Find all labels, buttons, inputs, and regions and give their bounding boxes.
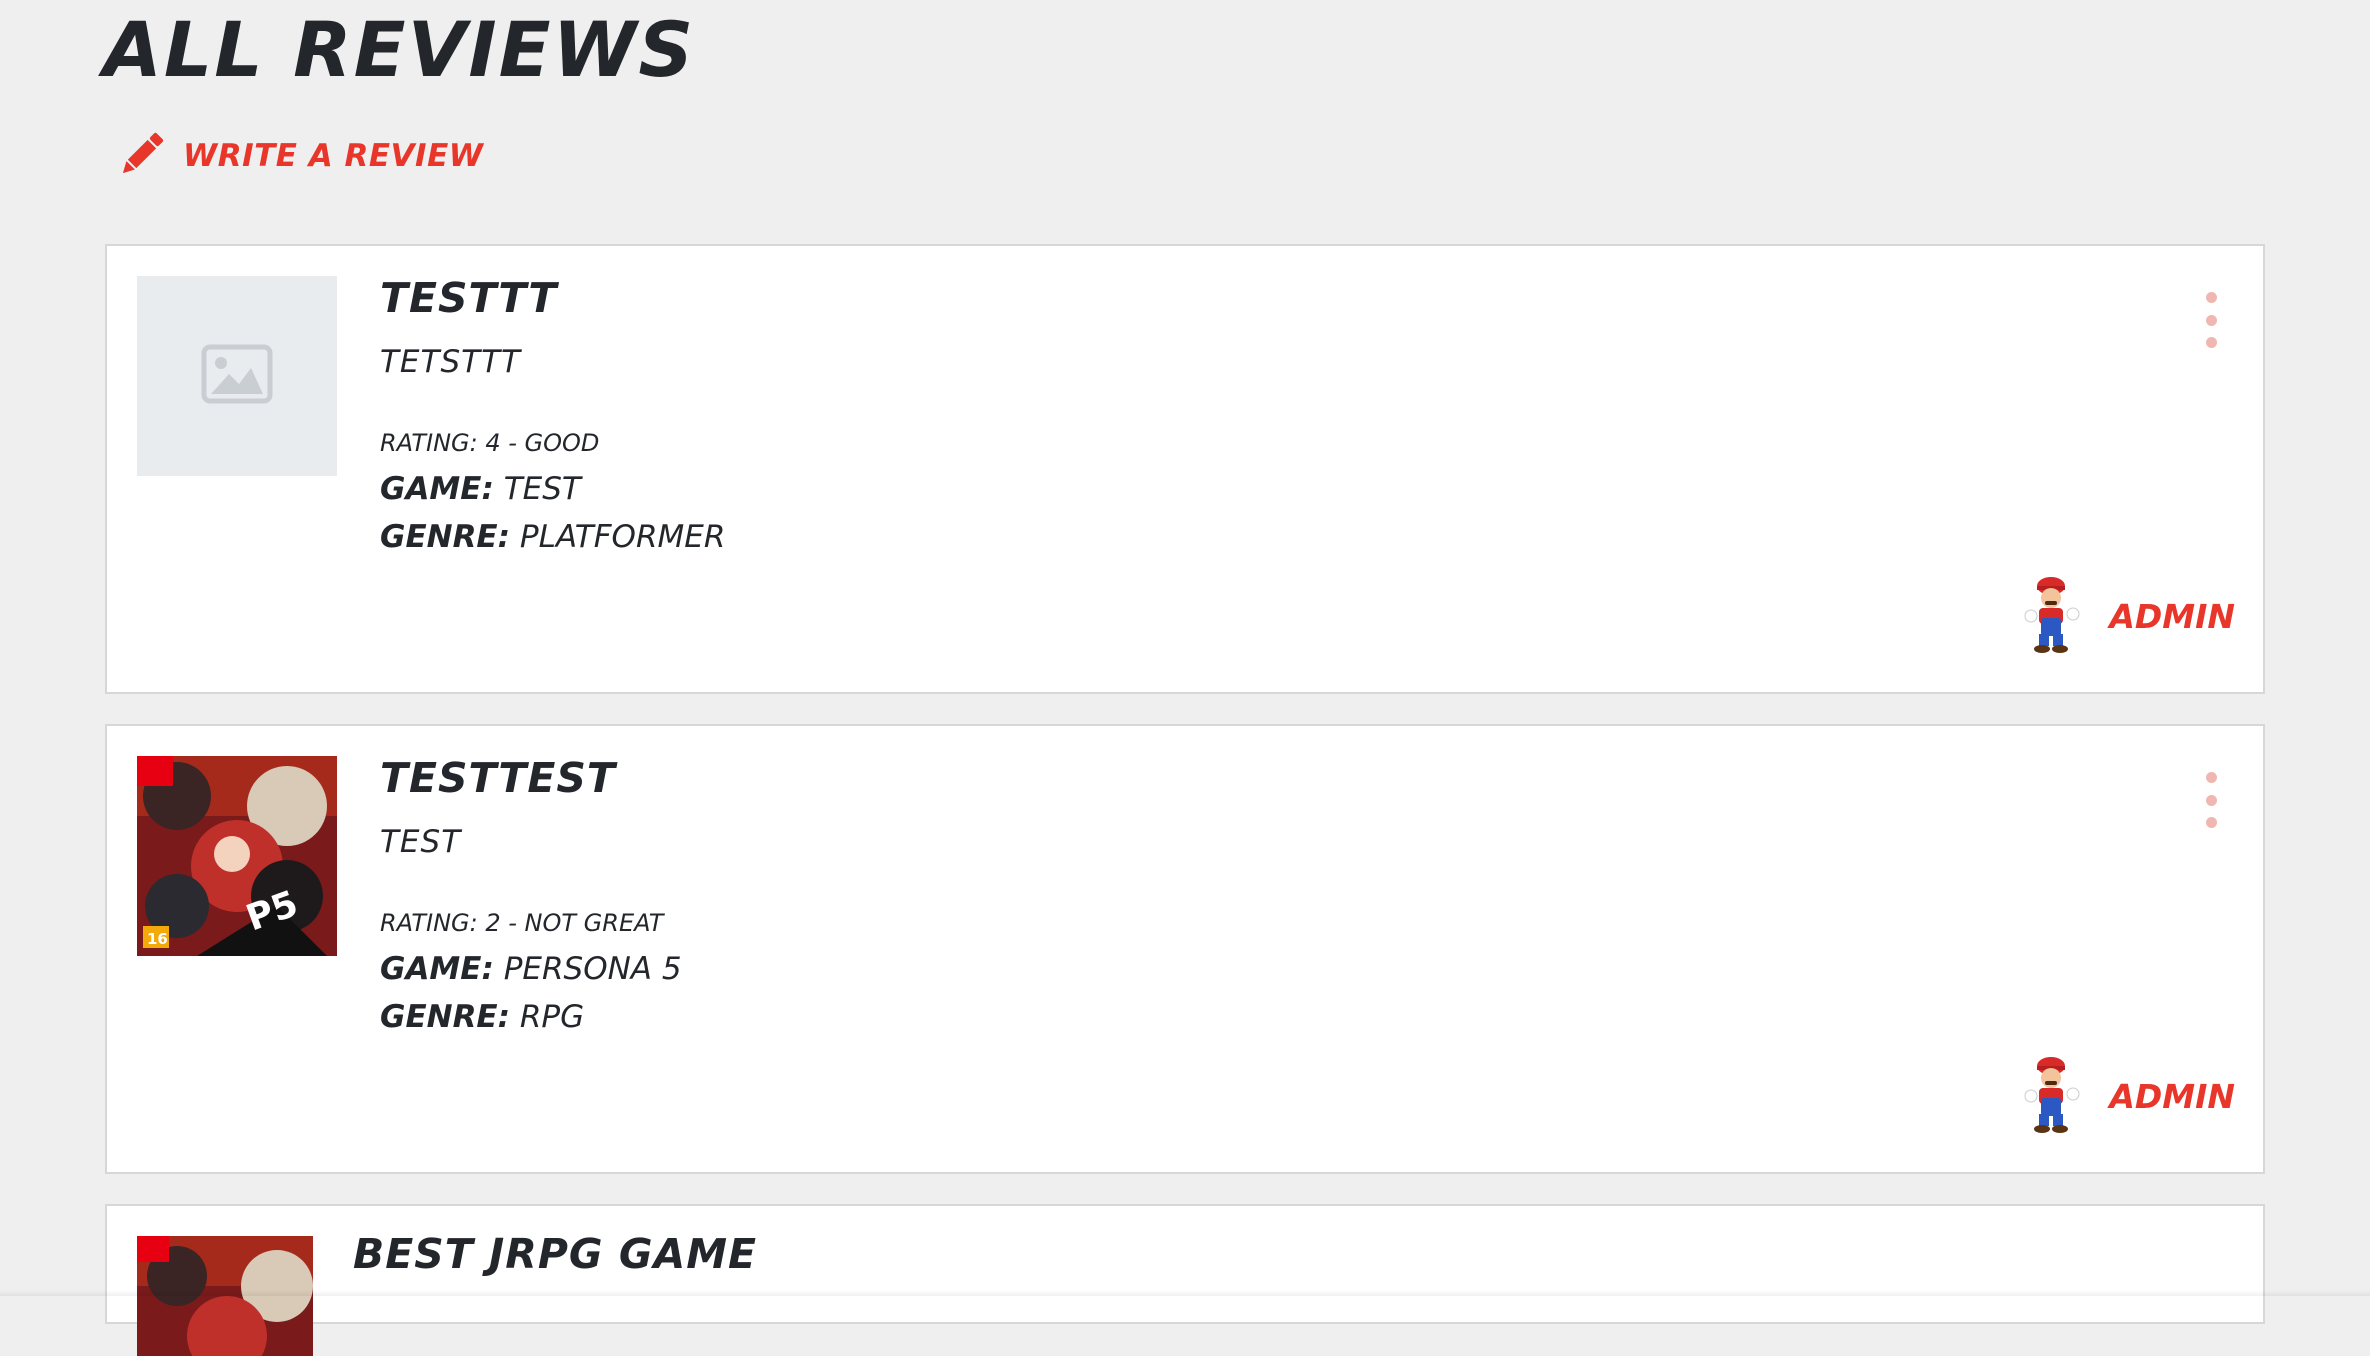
genre-value: Platformer: [519, 519, 726, 555]
author-name: ADMIN: [2109, 1076, 2235, 1116]
svg-text:16: 16: [147, 930, 168, 948]
write-review-link[interactable]: Write a review: [115, 128, 483, 184]
review-image: [137, 1236, 313, 1356]
avatar: [2021, 574, 2085, 658]
review-card: Best JRPG Game: [105, 1204, 2265, 1356]
pencil-icon: [115, 127, 169, 185]
review-game: Game: Persona 5: [380, 951, 682, 987]
game-value: Test: [503, 471, 581, 507]
page-title: All Reviews: [103, 5, 696, 94]
game-cover-art: P5 16: [137, 756, 337, 956]
author-name: ADMIN: [2109, 596, 2235, 636]
review-genre: Genre: RPG: [380, 999, 584, 1035]
genre-key: Genre:: [380, 999, 511, 1035]
review-image: P5 16: [137, 756, 337, 956]
genre-key: Genre:: [380, 519, 511, 555]
review-title[interactable]: TESTTT: [380, 274, 557, 322]
game-value: Persona 5: [503, 951, 682, 987]
game-key: Game:: [380, 951, 494, 987]
review-title[interactable]: Best JRPG Game: [353, 1230, 757, 1278]
more-options-icon[interactable]: [2199, 292, 2223, 348]
image-placeholder-icon: [201, 344, 273, 408]
review-author[interactable]: ADMIN: [2021, 1056, 2235, 1136]
game-key: Game:: [380, 471, 494, 507]
review-title[interactable]: TESTTEST: [380, 754, 616, 802]
avatar: [2021, 1054, 2085, 1138]
review-body: TEST: [380, 824, 462, 860]
review-genre: Genre: Platformer: [380, 519, 725, 555]
more-options-icon[interactable]: [2199, 772, 2223, 828]
review-rating: Rating: 2 - Not great: [380, 909, 664, 937]
scroll-shadow: [0, 1290, 2370, 1296]
write-review-label: Write a review: [183, 138, 484, 174]
genre-value: RPG: [519, 999, 585, 1035]
review-image: [137, 276, 337, 476]
review-body: TETSTTT: [380, 344, 521, 380]
game-cover-art: [137, 1236, 313, 1356]
review-card: P5 16 TESTTEST TEST Rating: 2 - Not grea…: [105, 724, 2265, 1174]
review-card: TESTTT TETSTTT Rating: 4 - Good Game: Te…: [105, 244, 2265, 694]
review-game: Game: Test: [380, 471, 581, 507]
review-rating: Rating: 4 - Good: [380, 429, 600, 457]
review-author[interactable]: ADMIN: [2021, 576, 2235, 656]
